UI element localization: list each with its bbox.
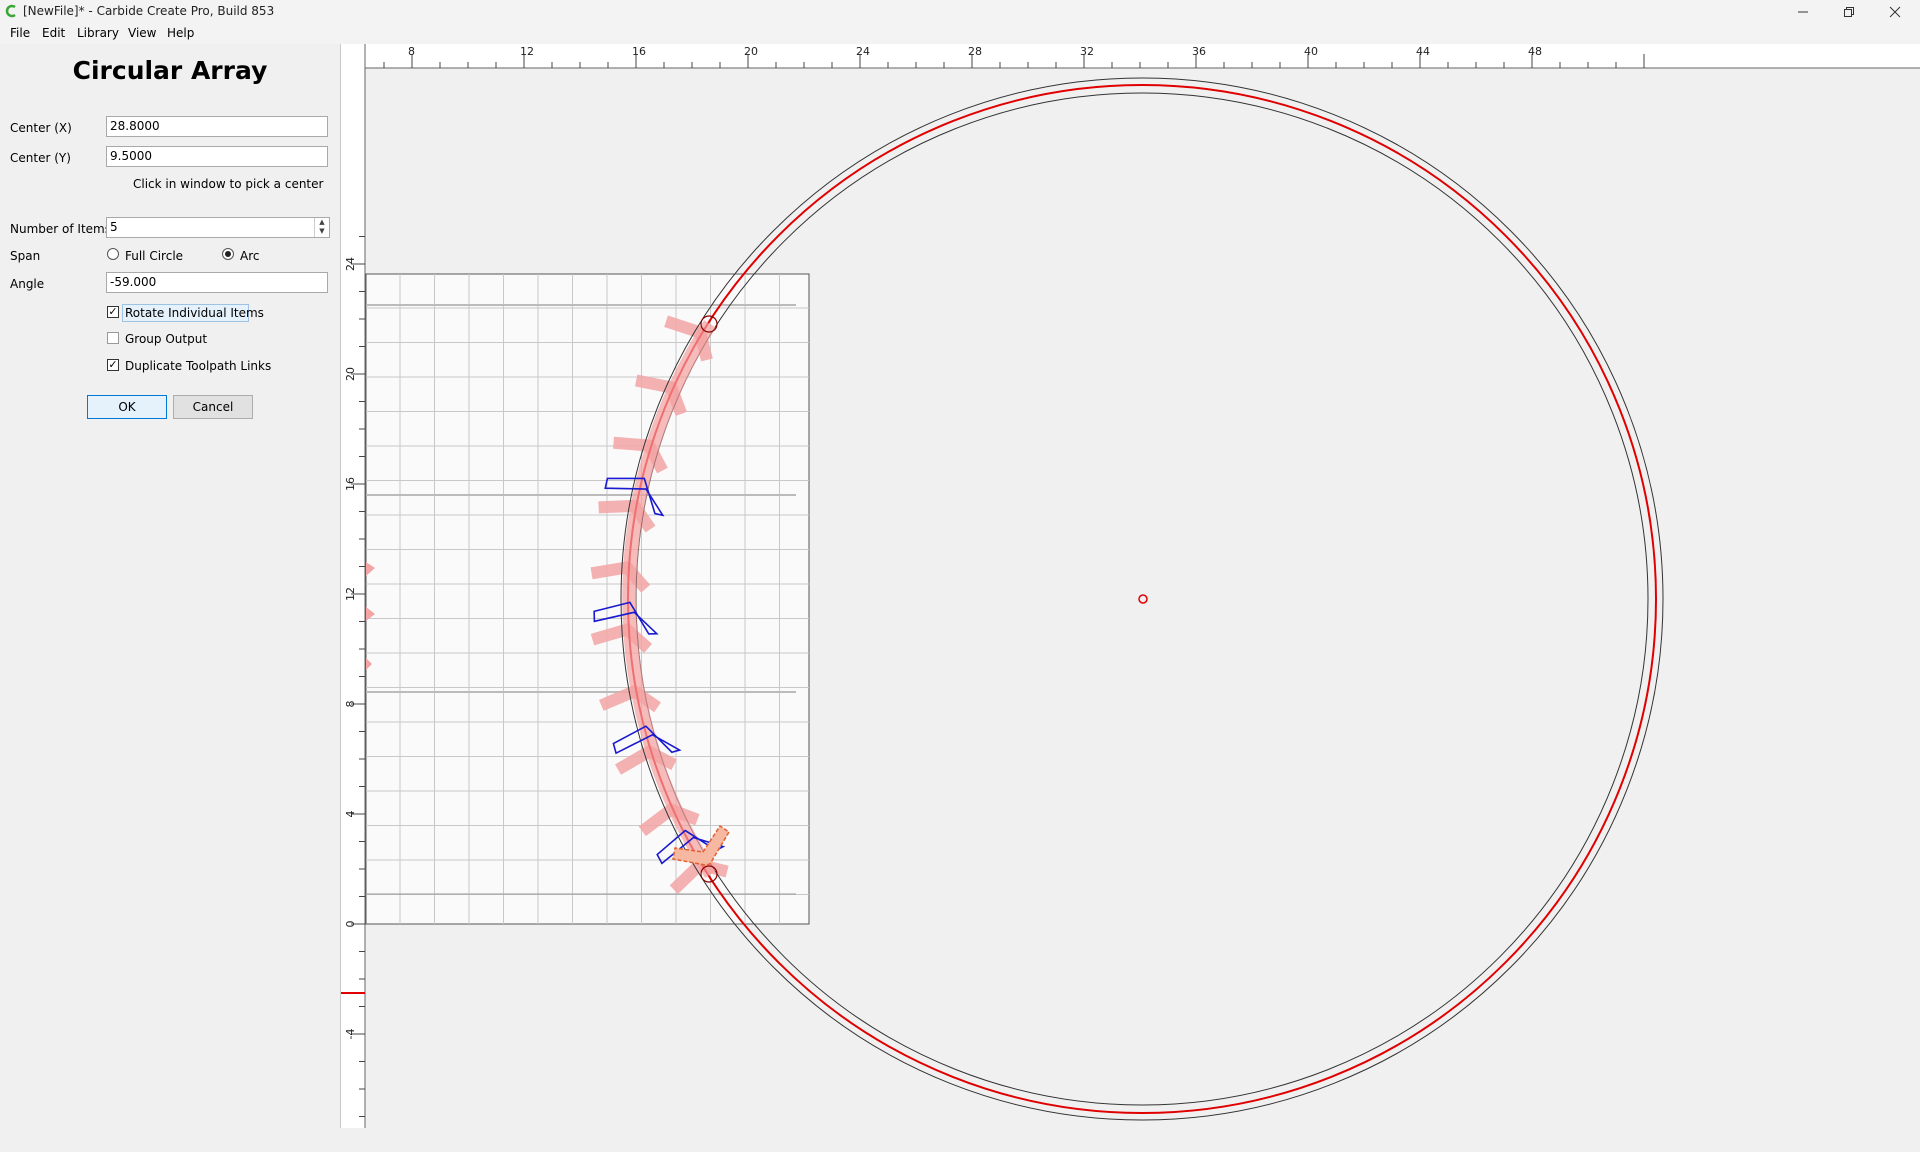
spin-arrows-icon[interactable]: ▲ ▼ (314, 218, 329, 237)
group-output-label: Group Output (125, 332, 208, 346)
number-of-items-label: Number of Items (10, 222, 111, 236)
ruler-label: 20 (344, 367, 357, 381)
full-circle-label: Full Circle (125, 249, 184, 263)
number-of-items-stepper[interactable]: 5 ▲ ▼ (106, 217, 330, 238)
number-of-items-value: 5 (110, 220, 118, 234)
center-y-input[interactable]: 9.5000 (106, 146, 328, 167)
ruler-label: 0 (344, 921, 357, 928)
status-strip (0, 1128, 1920, 1152)
minimize-icon[interactable] (1780, 0, 1826, 24)
carbide-logo-icon (5, 4, 16, 18)
ruler-label: 20 (744, 45, 758, 58)
top-ruler: 8 12 16 20 24 28 32 36 40 44 48 (341, 44, 1920, 69)
menu-file[interactable]: File (10, 26, 30, 40)
rotate-individual-checkbox[interactable]: ✓ (107, 306, 119, 318)
left-ruler: 24 20 16 12 8 4 0 -4 (341, 44, 366, 1128)
menu-edit[interactable]: Edit (42, 26, 65, 40)
menu-view[interactable]: View (128, 26, 156, 40)
menu-bar: File Edit Library View Help (0, 24, 1920, 44)
menu-help[interactable]: Help (167, 26, 194, 40)
menu-library[interactable]: Library (77, 26, 119, 40)
full-circle-radio[interactable] (107, 248, 119, 260)
restore-icon[interactable] (1826, 0, 1872, 24)
rotate-individual-label: Rotate Individual Items (125, 306, 264, 320)
center-y-label: Center (Y) (10, 151, 71, 165)
circular-array-panel: Circular Array Center (X) 28.8000 Center… (0, 44, 341, 1128)
ok-button[interactable]: OK (87, 395, 167, 419)
angle-input[interactable]: -59.000 (106, 272, 328, 293)
stock-material (365, 273, 810, 925)
close-icon[interactable] (1872, 0, 1918, 24)
center-x-input[interactable]: 28.8000 (106, 116, 328, 137)
window-title: [NewFile]* - Carbide Create Pro, Build 8… (23, 4, 275, 18)
ruler-label: 4 (344, 811, 357, 818)
ruler-label: 12 (520, 45, 534, 58)
design-canvas[interactable]: 8 12 16 20 24 28 32 36 40 44 48 24 20 16 12 8 4 0 -4 (341, 44, 1920, 1128)
span-label: Span (10, 249, 41, 263)
ruler-label: 24 (344, 257, 357, 271)
arc-radio[interactable] (222, 248, 234, 260)
ruler-label: 40 (1304, 45, 1318, 58)
ruler-label: 44 (1416, 45, 1430, 58)
title-bar: [NewFile]* - Carbide Create Pro, Build 8… (0, 0, 1920, 24)
ruler-label: -4 (344, 1029, 357, 1040)
angle-label: Angle (10, 277, 45, 291)
ruler-label: 36 (1192, 45, 1206, 58)
ruler-label: 16 (344, 477, 357, 491)
duplicate-links-checkbox[interactable]: ✓ (107, 359, 119, 371)
group-output-checkbox[interactable] (107, 332, 119, 344)
ruler-label: 8 (408, 45, 415, 58)
panel-title: Circular Array (72, 56, 268, 85)
ruler-label: 48 (1528, 45, 1542, 58)
center-x-label: Center (X) (10, 121, 72, 135)
cancel-button[interactable]: Cancel (173, 395, 253, 419)
ruler-label: 32 (1080, 45, 1094, 58)
ruler-label: 8 (344, 701, 357, 708)
ruler-label: 12 (344, 587, 357, 601)
arc-label: Arc (240, 249, 260, 263)
duplicate-links-label: Duplicate Toolpath Links (125, 359, 272, 373)
ruler-label: 24 (856, 45, 870, 58)
pick-center-hint: Click in window to pick a center (133, 177, 324, 191)
ruler-label: 16 (632, 45, 646, 58)
ruler-label: 28 (968, 45, 982, 58)
